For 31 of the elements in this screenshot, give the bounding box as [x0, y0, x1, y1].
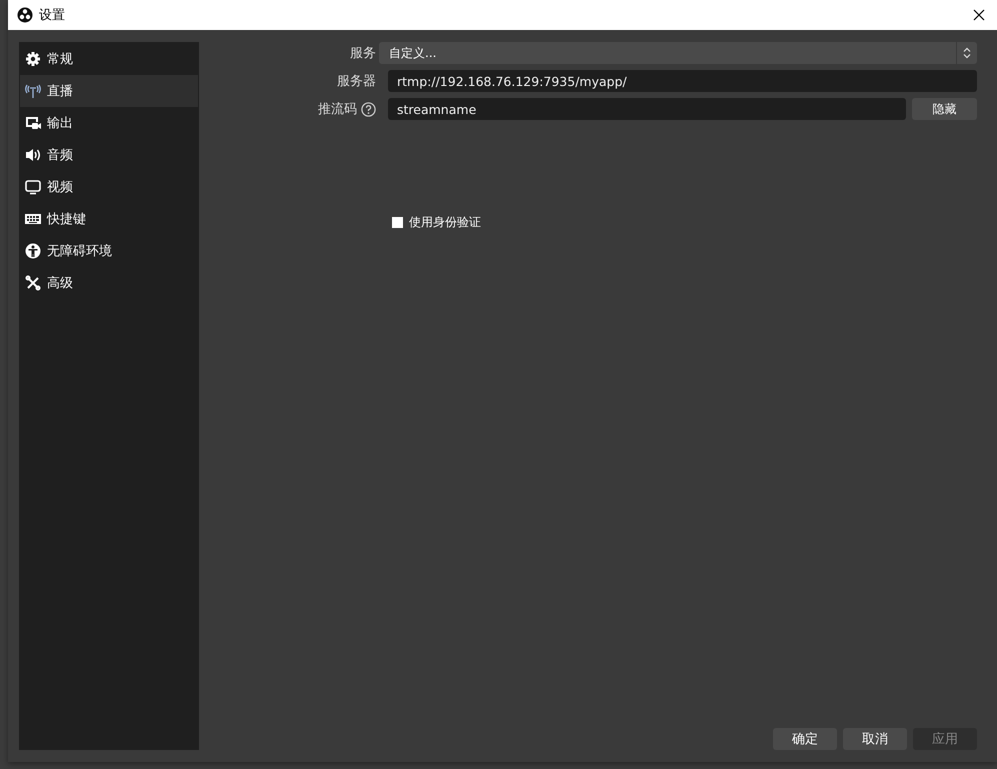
field-label: 推流码 — [318, 101, 357, 118]
sidebar-item[interactable]: 高级 — [20, 267, 198, 299]
screen-camera-icon — [25, 115, 41, 131]
dialog-button[interactable]: 确定 — [773, 728, 837, 750]
field-label: 服务器 — [336, 73, 376, 90]
tools-icon — [25, 275, 41, 291]
monitor-icon — [25, 179, 41, 195]
sidebar-item[interactable]: 无障碍环境 — [20, 235, 198, 267]
antenna-icon — [25, 83, 41, 99]
sidebar-item[interactable]: 输出 — [20, 107, 198, 139]
hide-button[interactable]: 隐藏 — [912, 98, 977, 120]
sidebar-item[interactable]: 快捷键 — [20, 203, 198, 235]
close-icon[interactable] — [973, 9, 985, 21]
help-icon[interactable] — [361, 102, 376, 116]
server-field[interactable]: rtmp://192.168.76.129:7935/myapp/ — [388, 70, 977, 92]
dialog-button[interactable]: 取消 — [843, 728, 907, 750]
checkbox-label: 使用身份验证 — [409, 214, 481, 231]
sidebar-item[interactable]: 常规 — [20, 43, 198, 75]
stream-key-field[interactable]: streamname — [388, 98, 906, 120]
speaker-icon — [25, 147, 41, 163]
service-dropdown[interactable]: 自定义... — [379, 42, 977, 64]
checkbox[interactable] — [392, 217, 403, 228]
gear-icon — [25, 51, 41, 67]
field-label: 服务 — [349, 45, 376, 62]
sidebar-item[interactable]: 音频 — [20, 139, 198, 171]
app-logo-icon — [17, 7, 33, 23]
sidebar-item[interactable]: 视频 — [20, 171, 198, 203]
keyboard-icon — [25, 211, 41, 227]
window-title: 设置 — [39, 7, 65, 24]
sidebar-item[interactable]: 直播 — [20, 75, 198, 107]
person-icon — [25, 243, 41, 259]
